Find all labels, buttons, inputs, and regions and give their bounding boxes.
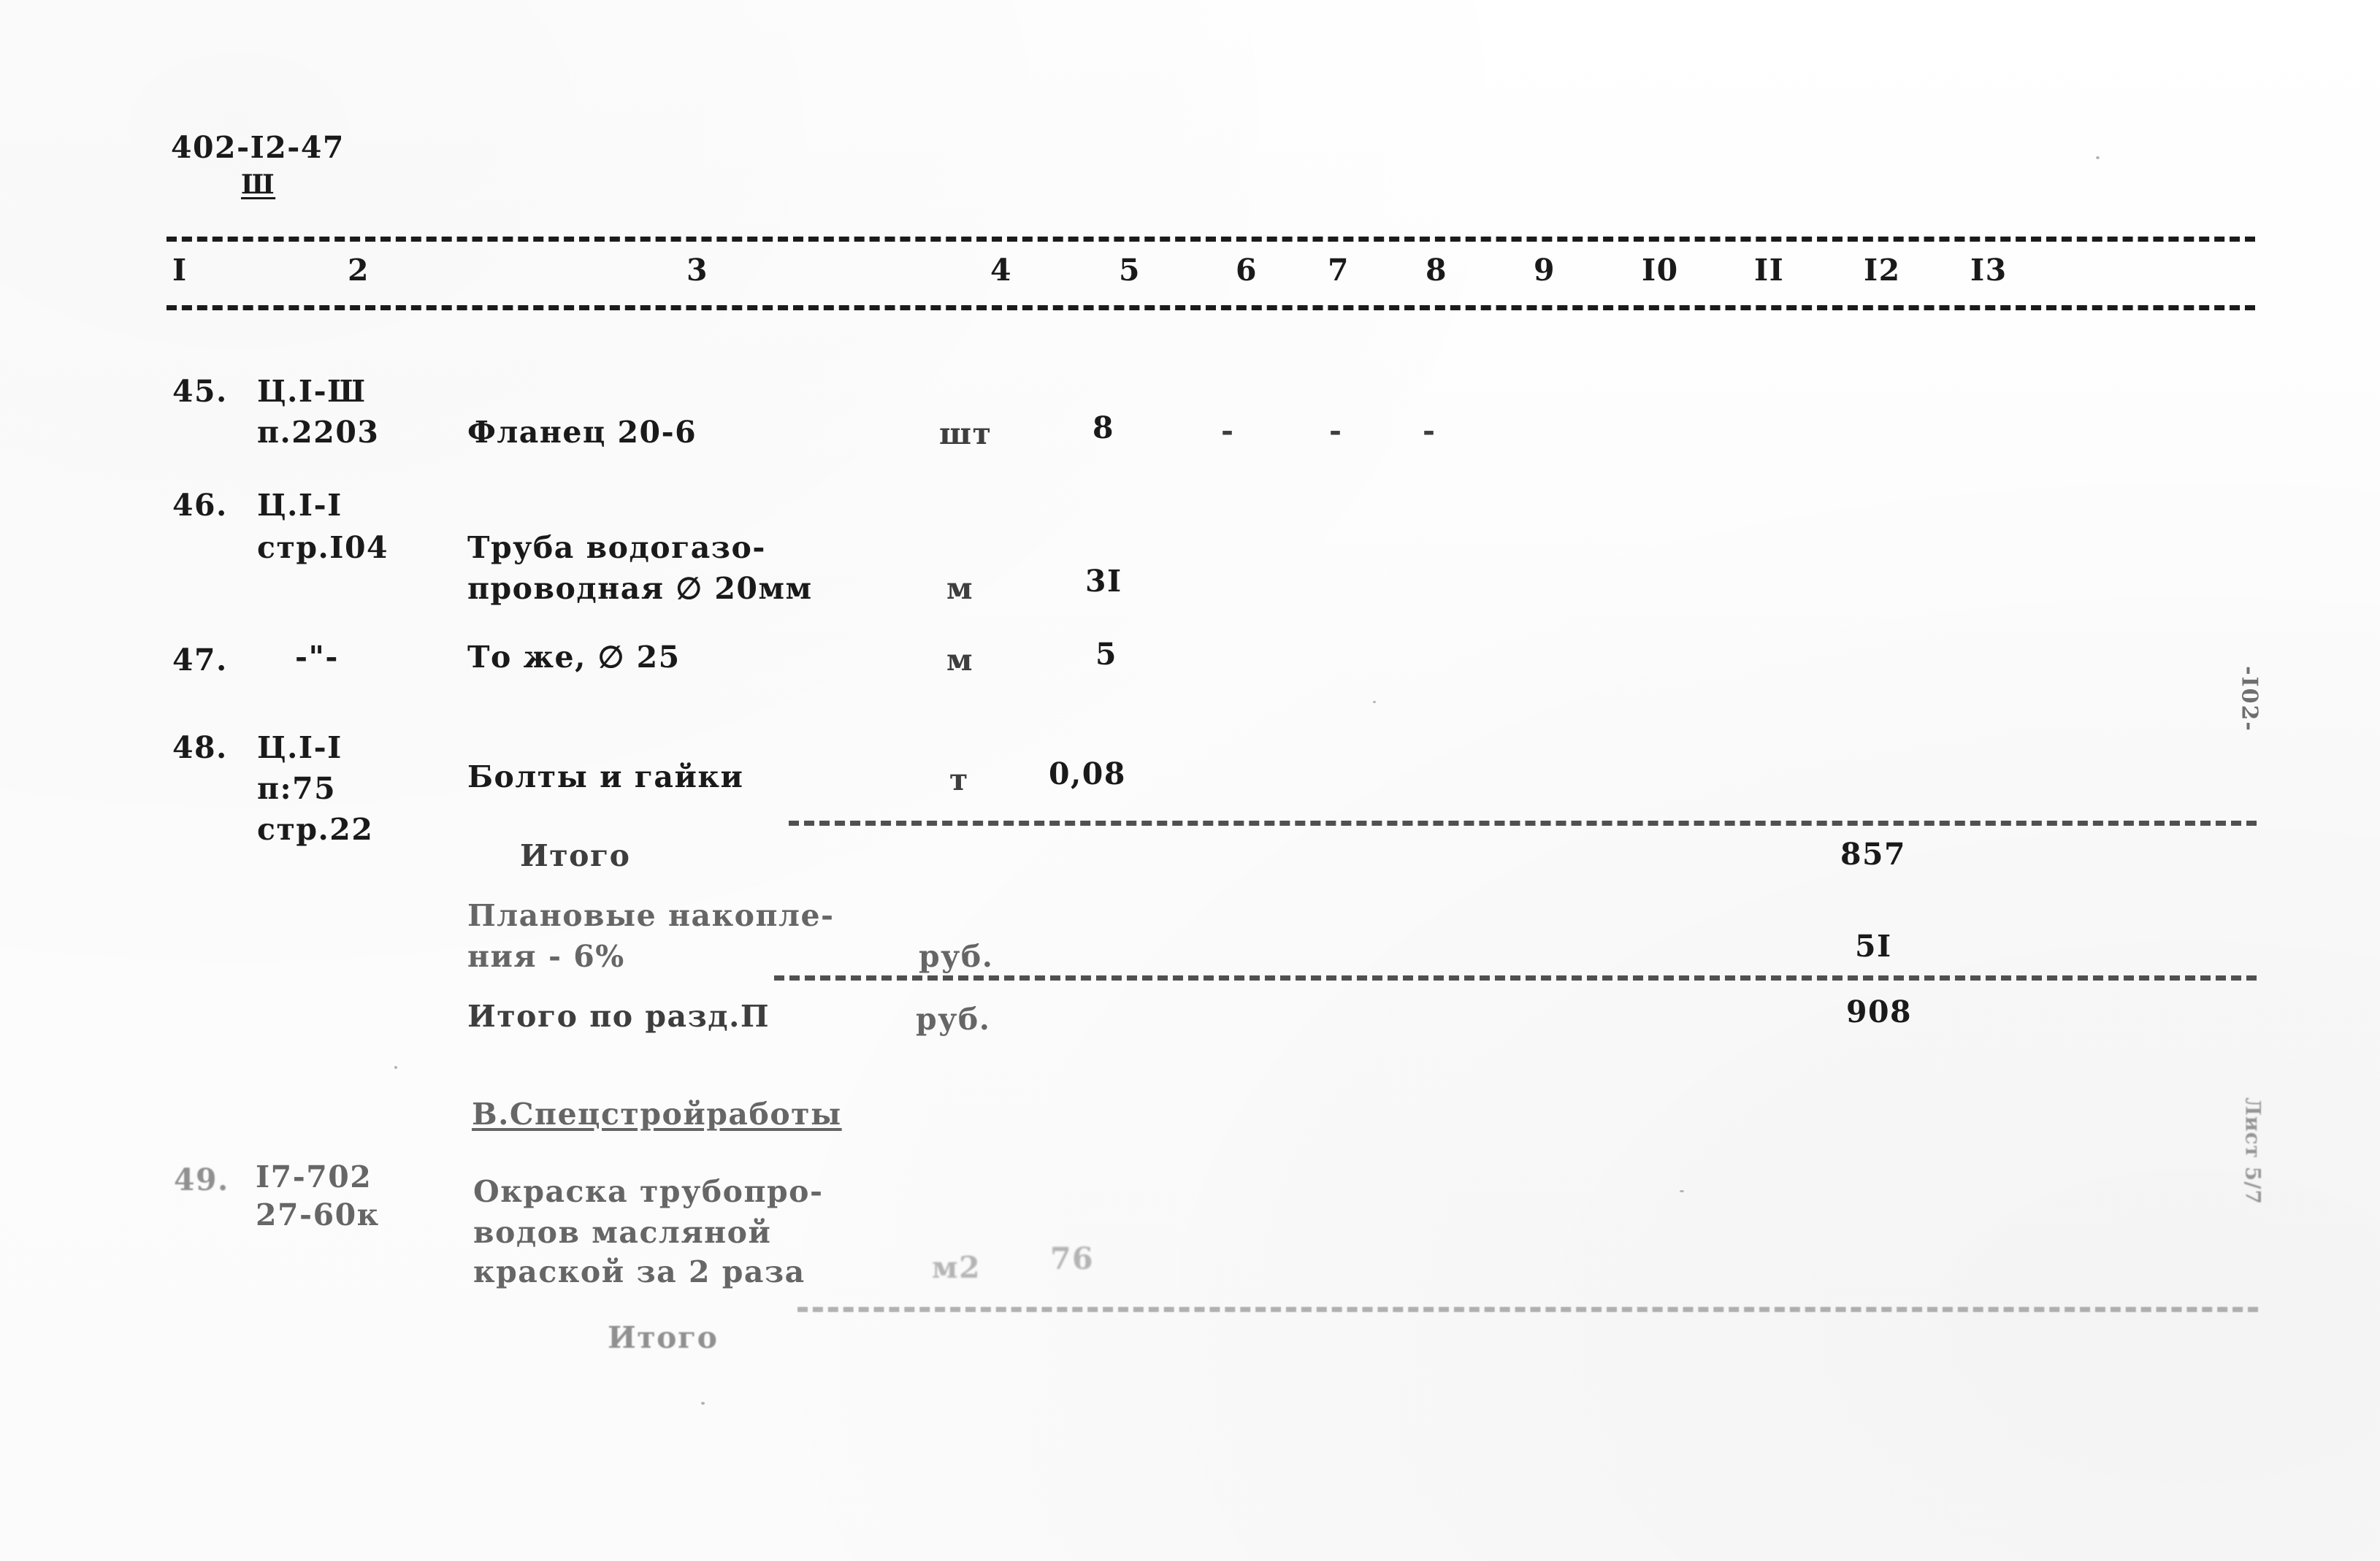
row-46-ref-line2: стр.I04 — [257, 530, 389, 565]
header-rule-top — [167, 237, 2255, 242]
row-49-ref-line1: I7-702 — [256, 1159, 372, 1194]
column-header-6: 6 — [1236, 253, 1258, 288]
scan-speck — [701, 1402, 705, 1405]
row-49-name-line3: краской за 2 раза — [473, 1254, 806, 1289]
total-2-label-line2: ния - 6% — [467, 939, 625, 974]
row-46-ref-line1: Ц.I-I — [257, 488, 343, 523]
column-header-11: II — [1754, 253, 1785, 288]
column-header-7: 7 — [1328, 253, 1350, 288]
section-heading: В.Спецстройработы — [472, 1097, 842, 1132]
column-header-13: I3 — [1970, 253, 2008, 288]
row-46-name-line2: проводная ∅ 20мм — [467, 571, 813, 606]
row-48-number: 48. — [172, 730, 228, 765]
column-header-1: I — [172, 253, 188, 288]
row-45-col6: - — [1221, 413, 1235, 448]
total-2-value: 5I — [1855, 929, 1892, 964]
row-47-name: То же, ∅ 25 — [467, 640, 681, 675]
row-48-ref-line1: Ц.I-I — [257, 730, 343, 765]
total-2-unit: руб. — [919, 939, 994, 974]
row-47-quantity: 5 — [1095, 637, 1118, 672]
sheet-marker: Ш — [241, 169, 276, 200]
document-sheet: 402-I2-47 Ш I 2 3 4 5 6 7 8 9 I0 II I2 I… — [0, 0, 2380, 1561]
column-header-2: 2 — [348, 253, 370, 288]
row-48-unit: т — [949, 762, 969, 797]
row-46-quantity: 3I — [1085, 564, 1122, 599]
row-45-col7: - — [1329, 413, 1343, 448]
row-45-quantity: 8 — [1093, 410, 1115, 445]
total-3-label: Итого по разд.П — [467, 999, 770, 1034]
row-47-ref-ditto: -"- — [295, 640, 339, 675]
scan-speck — [394, 1066, 397, 1069]
row-48-name: Болты и гайки — [467, 759, 744, 794]
column-header-9: 9 — [1534, 253, 1556, 288]
scan-speck — [2096, 156, 2100, 159]
column-header-3: 3 — [686, 253, 709, 288]
row-49-number: 49. — [174, 1162, 229, 1197]
row-45-unit: шт — [939, 416, 992, 451]
document-code: 402-I2-47 — [171, 130, 345, 165]
column-header-10: I0 — [1642, 253, 1679, 288]
row-48-ref-line3: стр.22 — [257, 812, 374, 847]
header-rule-bottom — [167, 305, 2255, 310]
row-49-quantity: 76 — [1050, 1241, 1095, 1276]
subtotal-rule-1 — [789, 821, 2257, 826]
row-46-name-line1: Труба водогазо- — [467, 530, 766, 565]
subtotal-rule-2 — [774, 975, 2257, 981]
total-1-value: 857 — [1840, 837, 1907, 872]
row-47-unit: м — [946, 643, 974, 678]
column-header-8: 8 — [1426, 253, 1448, 288]
total-1-label: Итого — [520, 838, 631, 873]
row-48-quantity: 0,08 — [1049, 756, 1126, 791]
row-45-col8: - — [1423, 413, 1436, 448]
lower-margin-stamp: Лист 5/7 — [2241, 1097, 2265, 1205]
page-number-margin-stamp: -I02- — [2236, 666, 2262, 732]
row-47-number: 47. — [172, 643, 228, 678]
row-46-unit: м — [946, 571, 974, 606]
row-49-ref-line2: 27-60к — [256, 1197, 380, 1232]
row-45-name: Фланец 20-6 — [467, 415, 697, 450]
row-45-number: 45. — [172, 374, 228, 409]
row-45-ref-line2: п.2203 — [257, 415, 380, 450]
row-45-ref-line1: Ц.I-Ш — [257, 374, 367, 409]
row-46-number: 46. — [172, 488, 228, 523]
section-total-label: Итого — [608, 1320, 719, 1355]
scanned-document-page: 402-I2-47 Ш I 2 3 4 5 6 7 8 9 I0 II I2 I… — [0, 0, 2380, 1561]
column-header-4: 4 — [990, 253, 1013, 288]
total-3-value: 908 — [1846, 994, 1913, 1029]
section-total-rule — [797, 1307, 2258, 1312]
scan-speck — [1373, 701, 1376, 703]
scan-speck — [1680, 1190, 1684, 1192]
row-49-unit: м2 — [932, 1250, 982, 1285]
column-header-5: 5 — [1119, 253, 1141, 288]
total-2-label-line1: Плановые накопле- — [467, 898, 835, 933]
column-header-12: I2 — [1864, 253, 1901, 288]
total-3-unit: руб. — [916, 1002, 991, 1037]
row-48-ref-line2: п:75 — [257, 771, 337, 806]
row-49-name-line2: водов масляной — [473, 1215, 772, 1250]
row-49-name-line1: Окраска трубопро- — [473, 1174, 824, 1209]
